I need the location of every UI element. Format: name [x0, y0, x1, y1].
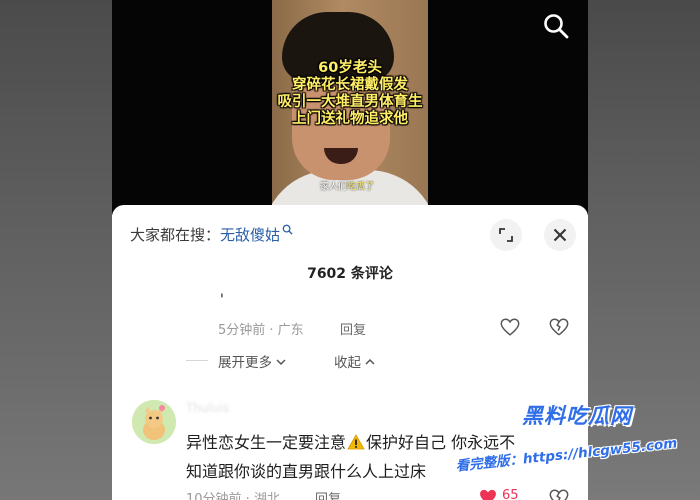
chevron-up-icon: [365, 358, 375, 365]
comment-count: 7602 条评论: [307, 266, 393, 282]
comment-text-line: 知道跟你谈的直男跟什么人上过床: [186, 462, 427, 481]
comment-text-part: 保护好自己 你永远不: [366, 433, 516, 452]
close-icon[interactable]: [544, 219, 576, 251]
expand-icon[interactable]: [490, 219, 522, 251]
reply-text: ': [220, 292, 224, 308]
comment-text-part: 异性恋女生一定要注意: [186, 433, 347, 452]
watermark-title: 黑料吃瓜网: [522, 404, 632, 428]
search-suggestion: 大家都在搜：无敌傻姑: [130, 224, 293, 245]
search-hint-label: 大家都在搜：: [130, 226, 221, 244]
search-term-link[interactable]: 无敌傻姑: [220, 226, 280, 244]
thread-divider: [186, 360, 208, 361]
collapse-label: 收起: [334, 355, 361, 371]
comment-meta: 10分钟前 · 湖北: [186, 492, 280, 500]
reply-button[interactable]: 回复: [340, 319, 366, 338]
background-left: [0, 0, 112, 500]
video-player[interactable]: 60岁老头 穿碎花长裙戴假发 吸引一大堆直男体育生 上门送礼物追求他 家人们吃瓜…: [112, 0, 588, 215]
video-caption-line: 60岁老头: [318, 60, 382, 76]
video-frame: 60岁老头 穿碎花长裙戴假发 吸引一大堆直男体育生 上门送礼物追求他 家人们吃瓜…: [272, 0, 428, 215]
search-icon[interactable]: [542, 12, 570, 40]
chevron-down-icon: [276, 359, 286, 366]
heart-icon[interactable]: [499, 316, 521, 338]
avatar[interactable]: [132, 400, 176, 444]
expand-more-button[interactable]: 展开更多: [218, 351, 286, 371]
reply-button[interactable]: 回复: [315, 488, 341, 500]
like-count: 65: [502, 488, 519, 500]
video-caption-line: 穿碎花长裙戴假发: [292, 77, 408, 93]
video-caption-line: 吸引一大堆直男体育生: [277, 94, 423, 110]
reply-meta: 5分钟前 · 广东: [218, 323, 304, 338]
subtitle-prefix: 家人们: [320, 182, 348, 192]
broken-heart-icon[interactable]: [548, 487, 570, 500]
broken-heart-icon[interactable]: [548, 316, 570, 338]
collapse-button[interactable]: 收起: [334, 351, 375, 371]
video-subtitle: 家人们吃瓜了: [320, 179, 374, 192]
expand-more-label: 展开更多: [218, 355, 272, 371]
video-caption-line: 上门送礼物追求他: [292, 111, 408, 127]
small-search-icon: [282, 224, 293, 235]
warning-icon: [347, 434, 365, 450]
comment-username[interactable]: Thuluis: [186, 401, 229, 415]
subtitle-highlight: 吃瓜了: [347, 182, 375, 192]
heart-filled-icon[interactable]: [478, 487, 498, 500]
comment-text-line: 异性恋女生一定要注意 保护好自己 你永远不: [186, 429, 515, 453]
